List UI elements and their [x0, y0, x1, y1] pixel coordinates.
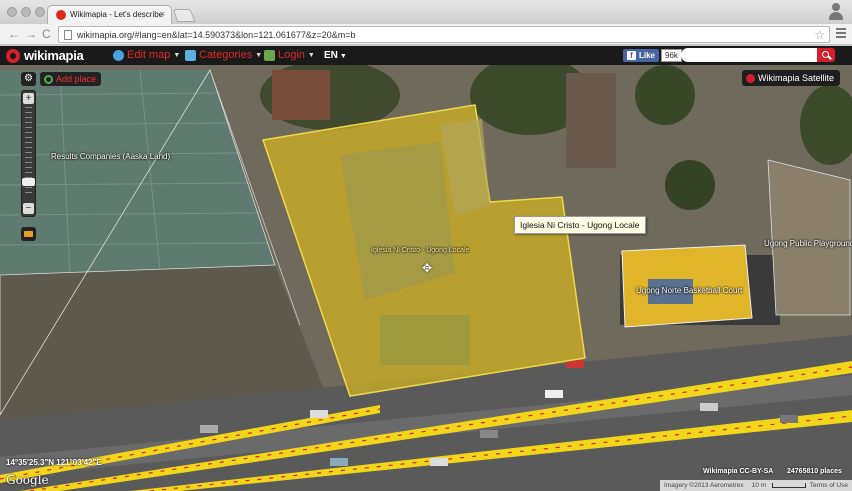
maximize-window-button[interactable]: [35, 7, 45, 17]
add-place-icon: [44, 74, 53, 84]
settings-gear-icon[interactable]: ⚙: [21, 72, 36, 86]
browser-menu-icon[interactable]: [836, 28, 846, 40]
satellite-icon: [746, 73, 755, 83]
move-cursor-icon: ✥: [422, 261, 433, 275]
license-attribution[interactable]: Wikimapia CC-BY-SA: [703, 468, 773, 475]
forward-arrow-icon[interactable]: →: [25, 27, 37, 41]
tab-close-icon[interactable]: ×: [160, 9, 165, 19]
scale-bar: [772, 483, 806, 488]
wikimapia-logo[interactable]: wikimapia: [6, 48, 84, 63]
wikimapia-favicon-icon: [56, 10, 66, 20]
facebook-like-widget[interactable]: f Like 96k: [623, 48, 682, 62]
map-canvas[interactable]: ⚙ Add place + − Wikimapia Satellite Resu…: [0, 65, 852, 491]
back-arrow-icon[interactable]: ←: [8, 27, 20, 41]
globe-icon: [113, 49, 124, 61]
zoom-out-button[interactable]: −: [23, 203, 34, 214]
tab-title: Wikimapia - Let's describe: [70, 10, 164, 19]
page-icon: [64, 30, 72, 40]
facebook-like-count: 96k: [661, 48, 682, 62]
close-window-button[interactable]: [7, 7, 17, 17]
categories-menu[interactable]: Categories ▼: [185, 49, 262, 61]
place-label-iglesia[interactable]: Iglesia Ni Cristo - Ugong Locale: [371, 247, 469, 254]
search-button-icon[interactable]: [817, 48, 835, 62]
login-menu[interactable]: Login ▼: [264, 49, 315, 61]
layers-icon[interactable]: [21, 227, 36, 241]
categories-icon: [185, 49, 196, 61]
place-label-results-companies[interactable]: Results Companies (Aaska Land): [51, 152, 170, 161]
places-count: 24765810 places: [787, 468, 842, 475]
browser-tab[interactable]: Wikimapia - Let's describe ×: [47, 5, 172, 24]
zoom-in-button[interactable]: +: [23, 93, 34, 104]
coordinates-readout: 14°35'25.3"N 121°03'42"E: [6, 458, 102, 467]
satellite-imagery: [0, 65, 852, 491]
language-selector[interactable]: EN ▼: [324, 50, 347, 61]
zoom-slider-handle[interactable]: [22, 178, 35, 186]
bookmark-star-icon[interactable]: ☆: [814, 28, 825, 42]
google-logo: Google: [6, 473, 49, 487]
browser-titlebar: Wikimapia - Let's describe ×: [0, 0, 852, 24]
wikimapia-header: wikimapia Edit map ▼ Categories ▼ Login ▼ E…: [0, 46, 852, 65]
place-label-ugong-playground[interactable]: Ugong Public Playground: [764, 239, 852, 248]
imagery-credit: Imagery ©2013 Aerometrex: [664, 482, 744, 489]
minimize-window-button[interactable]: [21, 7, 31, 17]
zoom-slider[interactable]: + −: [21, 90, 36, 217]
address-bar[interactable]: wikimapia.org/#lang=en&lat=14.590373&lon…: [58, 26, 830, 43]
new-tab-button[interactable]: [172, 9, 196, 22]
browser-toolbar: ← → C wikimapia.org/#lang=en&lat=14.5903…: [0, 24, 852, 45]
place-label-basketball-court[interactable]: Ugong Norte Basketball Court: [636, 286, 742, 295]
terms-of-use-link[interactable]: Terms of Use: [806, 482, 852, 489]
login-icon: [264, 49, 275, 61]
map-footer-bar: Imagery ©2013 Aerometrex 10 m Terms of U…: [660, 480, 852, 491]
facebook-icon: f: [627, 50, 636, 60]
search-input[interactable]: [681, 48, 817, 62]
place-tooltip: Iglesia Ni Cristo - Ugong Locale: [514, 216, 646, 234]
edit-map-menu[interactable]: Edit map ▼: [113, 49, 180, 61]
facebook-like-button[interactable]: f Like: [623, 48, 660, 62]
map-type-selector[interactable]: Wikimapia Satellite: [742, 70, 841, 86]
add-place-button[interactable]: Add place: [40, 72, 102, 86]
user-profile-icon[interactable]: [828, 3, 844, 21]
wikimapia-logo-icon: [6, 48, 20, 63]
scale-label: 10 m: [751, 482, 767, 489]
url-text: wikimapia.org/#lang=en&lat=14.590373&lon…: [77, 30, 356, 40]
reload-icon[interactable]: C: [42, 27, 51, 41]
